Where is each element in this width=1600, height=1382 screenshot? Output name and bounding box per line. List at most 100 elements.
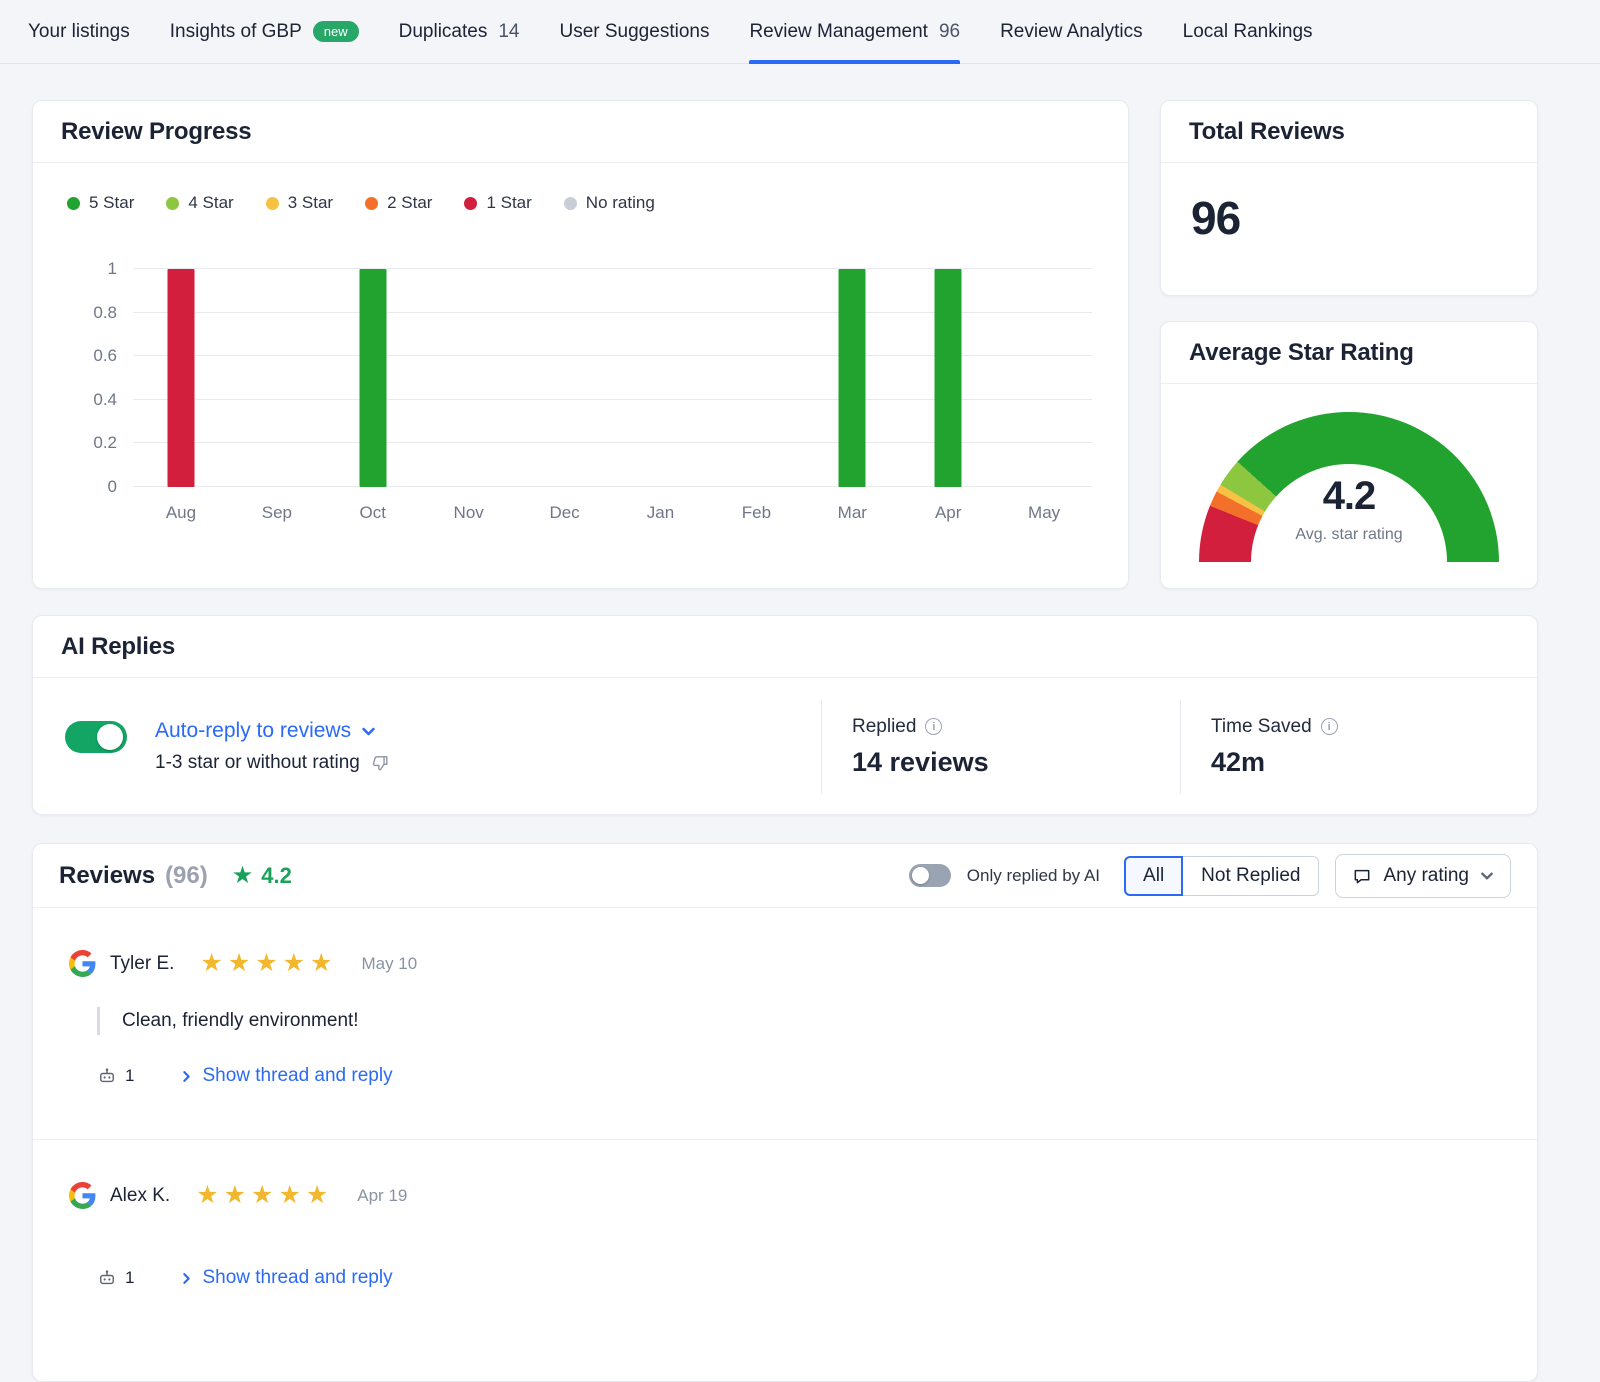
- only-ai-label: Only replied by AI: [967, 866, 1100, 886]
- chart-legend: 5 Star 4 Star 3 Star 2 Star 1 Star No rating: [33, 163, 1128, 213]
- nav-tab-label: Local Rankings: [1183, 21, 1313, 43]
- legend-item-2-star[interactable]: 2 Star: [365, 193, 432, 213]
- review-progress-card: Review Progress 5 Star 4 Star 3 Star 2 Star…: [32, 100, 1129, 589]
- bar-aug-1-star[interactable]: [167, 269, 194, 487]
- filter-not-replied-button[interactable]: Not Replied: [1183, 856, 1319, 896]
- legend-label: 3 Star: [288, 193, 333, 213]
- ai-robot-icon: [97, 1268, 117, 1288]
- legend-item-3-star[interactable]: 3 Star: [266, 193, 333, 213]
- chevron-right-icon: [180, 1070, 193, 1083]
- google-logo-icon: [69, 950, 96, 977]
- nav-tab-your-listings[interactable]: Your listings: [28, 0, 130, 63]
- legend-dot-5-star: [67, 197, 80, 210]
- info-icon[interactable]: i: [925, 718, 942, 735]
- total-reviews-header: Total Reviews: [1161, 101, 1537, 163]
- auto-reply-section: Auto-reply to reviews 1-3 star or withou…: [33, 719, 821, 774]
- show-thread-link[interactable]: Show thread and reply: [180, 1267, 392, 1289]
- nav-tab-label: User Suggestions: [559, 21, 709, 43]
- bar-apr-5-star[interactable]: [935, 269, 962, 487]
- y-tick-label: 1: [108, 259, 117, 279]
- chevron-right-icon: [180, 1272, 193, 1285]
- rating-filter-label: Any rating: [1383, 865, 1469, 887]
- toggle-knob: [97, 724, 123, 750]
- chevron-down-icon: [1480, 869, 1494, 883]
- auto-reply-label: Auto-reply to reviews: [155, 719, 351, 743]
- review-progress-title: Review Progress: [61, 118, 251, 146]
- legend-item-5-star[interactable]: 5 Star: [67, 193, 134, 213]
- y-tick-label: 0.2: [93, 433, 117, 453]
- show-thread-link[interactable]: Show thread and reply: [180, 1065, 392, 1087]
- nav-tab-local-rankings[interactable]: Local Rankings: [1183, 0, 1313, 63]
- thumbs-down-icon[interactable]: [371, 754, 390, 773]
- show-thread-label: Show thread and reply: [202, 1267, 392, 1289]
- legend-dot-3-star: [266, 197, 279, 210]
- rating-filter-button[interactable]: Any rating: [1335, 854, 1511, 898]
- nav-tab-duplicates[interactable]: Duplicates14: [399, 0, 520, 63]
- legend-item-no-rating[interactable]: No rating: [564, 193, 655, 213]
- chat-bubble-icon: [1352, 866, 1372, 886]
- y-tick-label: 0.6: [93, 346, 117, 366]
- review-date: Apr 19: [357, 1186, 407, 1206]
- replied-value: 14 reviews: [852, 747, 1180, 778]
- top-navigation: Your listings Insights of GBPnew Duplicate…: [0, 0, 1600, 64]
- bar-mar-5-star[interactable]: [839, 269, 866, 487]
- legend-dot-1-star: [464, 197, 477, 210]
- nav-tabs: Your listings Insights of GBPnew Duplicate…: [28, 0, 1313, 63]
- reviews-count: (96): [165, 862, 208, 890]
- review-item: Alex K.★★★★★Apr 191Show thread and reply: [33, 1139, 1537, 1341]
- chart-x-axis: AugSepOctNovDecJanFebMarAprMay: [133, 503, 1092, 523]
- review-header: Alex K.★★★★★Apr 19: [69, 1182, 1509, 1209]
- only-ai-toggle[interactable]: [909, 864, 951, 887]
- x-tick-label: Aug: [133, 503, 229, 523]
- x-tick-label: Jan: [613, 503, 709, 523]
- legend-label: 1 Star: [486, 193, 531, 213]
- x-tick-label: Dec: [517, 503, 613, 523]
- legend-label: 2 Star: [387, 193, 432, 213]
- filter-all-button[interactable]: All: [1124, 856, 1183, 896]
- info-icon[interactable]: i: [1321, 718, 1338, 735]
- bar-oct-5-star[interactable]: [359, 269, 386, 487]
- reviews-list: Tyler E.★★★★★May 10Clean, friendly envir…: [33, 908, 1537, 1341]
- legend-label: 4 Star: [188, 193, 233, 213]
- time-saved-stat: Time Saved i 42m: [1181, 716, 1537, 778]
- legend-dot-2-star: [365, 197, 378, 210]
- ai-replies-card: AI Replies Auto-reply to reviews 1-3 sta…: [32, 615, 1538, 815]
- review-date: May 10: [361, 954, 417, 974]
- time-saved-value: 42m: [1211, 747, 1537, 778]
- review-author: Tyler E.: [110, 953, 174, 975]
- toggle-knob: [912, 867, 929, 884]
- auto-reply-toggle[interactable]: [65, 721, 127, 753]
- legend-label: 5 Star: [89, 193, 134, 213]
- average-rating-title: Average Star Rating: [1189, 339, 1414, 367]
- x-tick-label: May: [996, 503, 1092, 523]
- auto-reply-scope-label: 1-3 star or without rating: [155, 752, 360, 774]
- nav-tab-user-suggestions[interactable]: User Suggestions: [559, 0, 709, 63]
- nav-tab-label: Insights of GBP: [170, 21, 302, 43]
- ai-replies-body: Auto-reply to reviews 1-3 star or withou…: [33, 678, 1537, 815]
- legend-item-1-star[interactable]: 1 Star: [464, 193, 531, 213]
- auto-reply-link[interactable]: Auto-reply to reviews: [155, 719, 390, 743]
- average-rating-gauge: 4.2 Avg. star rating: [1199, 412, 1499, 564]
- ai-reply-count-value: 1: [125, 1066, 134, 1086]
- time-saved-label: Time Saved: [1211, 716, 1312, 738]
- google-logo-icon: [69, 1182, 96, 1209]
- legend-item-4-star[interactable]: 4 Star: [166, 193, 233, 213]
- x-tick-label: Feb: [708, 503, 804, 523]
- x-tick-label: Mar: [804, 503, 900, 523]
- total-reviews-title: Total Reviews: [1189, 118, 1345, 146]
- nav-tab-review-analytics[interactable]: Review Analytics: [1000, 0, 1143, 63]
- review-actions: 1Show thread and reply: [97, 1267, 1509, 1289]
- review-progress-header: Review Progress: [33, 101, 1128, 163]
- average-rating-header: Average Star Rating: [1161, 322, 1537, 384]
- review-header: Tyler E.★★★★★May 10: [69, 950, 1509, 977]
- show-thread-label: Show thread and reply: [202, 1065, 392, 1087]
- reviews-average: 4.2: [261, 863, 292, 889]
- ai-replies-header: AI Replies: [33, 616, 1537, 678]
- nav-tab-review-management[interactable]: Review Management96: [749, 0, 960, 63]
- auto-reply-scope: 1-3 star or without rating: [155, 752, 390, 774]
- review-star-rating: ★★★★★: [196, 1183, 333, 1208]
- nav-tab-count: 14: [498, 21, 519, 43]
- reviews-header: Reviews (96) ★ 4.2 Only replied by AI Al…: [33, 844, 1537, 908]
- nav-tab-insights-of-gbp[interactable]: Insights of GBPnew: [170, 0, 359, 63]
- star-icon: ★: [232, 864, 254, 888]
